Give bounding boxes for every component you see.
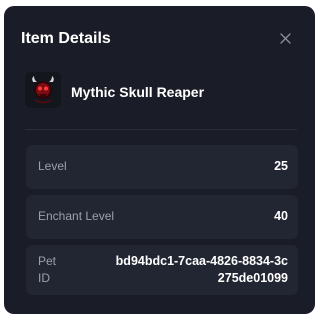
- item-name: Mythic Skull Reaper: [71, 84, 205, 100]
- field-value[interactable]: bd94bdc1-7caa-4826-8834-3c275de01099: [110, 253, 288, 287]
- modal-title: Item Details: [21, 30, 111, 47]
- close-button[interactable]: [277, 30, 293, 46]
- field-value: 40: [274, 209, 288, 223]
- item-details-modal: Item Details Mythic Skull Reaper Level 2…: [4, 6, 315, 314]
- field-label: Level: [38, 159, 67, 173]
- field-level: Level 25: [26, 145, 298, 189]
- close-icon: [279, 32, 291, 44]
- field-label: Enchant Level: [38, 209, 115, 223]
- field-pet-id: Pet ID bd94bdc1-7caa-4826-8834-3c275de01…: [26, 245, 298, 295]
- field-value: 25: [274, 159, 288, 173]
- field-enchant-level: Enchant Level 40: [26, 195, 298, 239]
- divider: [25, 129, 297, 130]
- item-header: Mythic Skull Reaper: [25, 70, 295, 118]
- field-label: Pet ID: [38, 254, 57, 285]
- skull-reaper-icon: [25, 72, 61, 108]
